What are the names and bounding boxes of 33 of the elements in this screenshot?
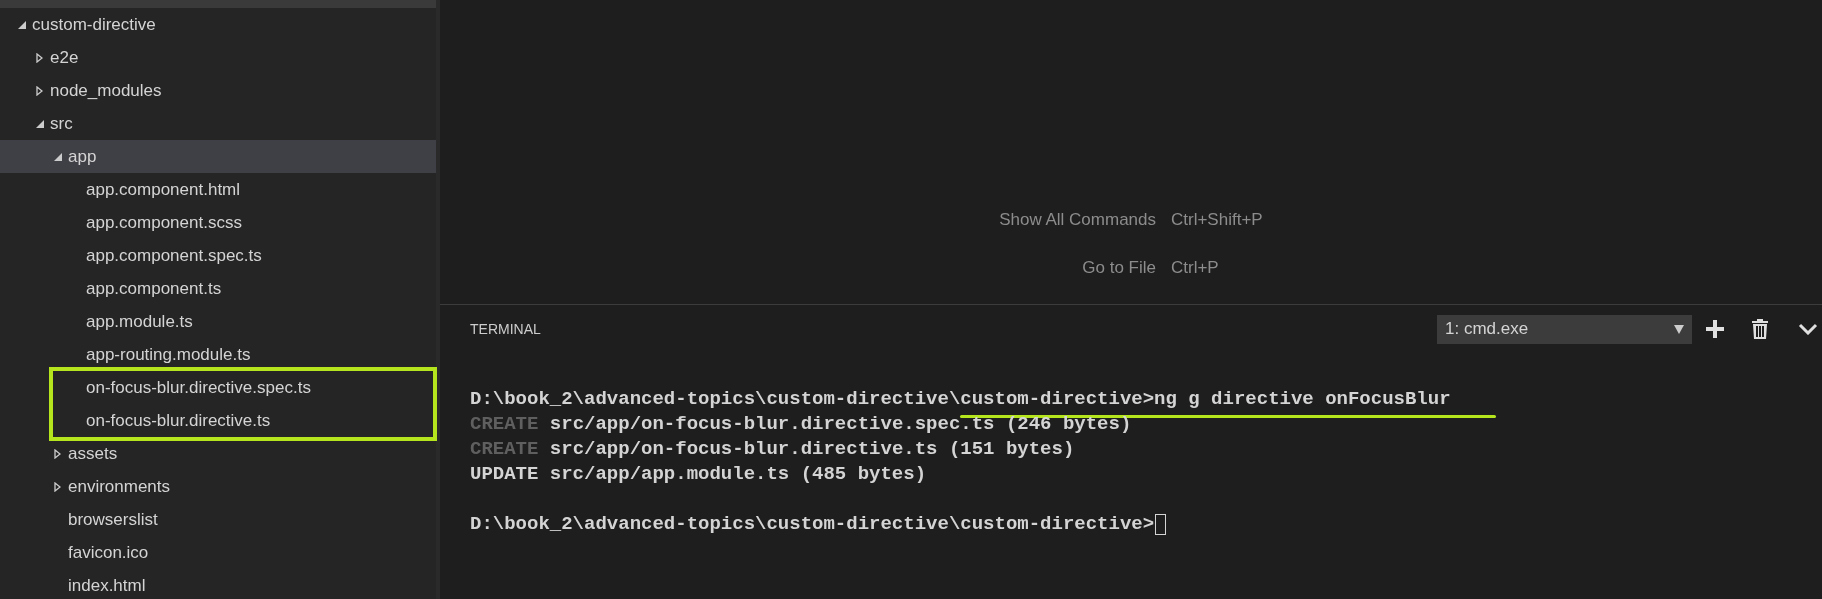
folder-item[interactable]: e2e [0, 41, 436, 74]
trash-icon[interactable] [1752, 319, 1768, 339]
plus-icon[interactable] [1706, 320, 1724, 338]
panel-title: TERMINAL [470, 319, 541, 339]
file-item[interactable]: on-focus-blur.directive.ts [53, 404, 433, 437]
terminal-line: CREATE src/app/on-focus-blur.directive.spec.ts (246 bytes) [470, 412, 1132, 437]
terminal-dropdown[interactable]: 1: cmd.exe [1437, 314, 1692, 344]
folder-item[interactable]: custom-directive [0, 8, 436, 41]
folder-item[interactable]: app [0, 140, 436, 173]
caret-icon [1674, 324, 1684, 334]
chevron-down-icon[interactable] [1798, 323, 1818, 335]
file-item[interactable]: app.component.spec.ts [0, 239, 436, 272]
terminal-line: CREATE src/app/on-focus-blur.directive.ts (151 bytes) [470, 437, 1075, 462]
folder-item[interactable]: node_modules [0, 74, 436, 107]
shortcut-keys: Ctrl+Shift+P [1171, 207, 1263, 233]
terminal-line: UPDATE src/app/app.module.ts (485 bytes) [470, 462, 927, 487]
command-label: Show All Commands [998, 209, 1156, 231]
file-item[interactable]: app.component.html [0, 173, 436, 206]
terminal-line: D:\book_2\advanced-topics\custom-directive\custom-directive> [470, 512, 1155, 537]
terminal-line: D:\book_2\advanced-topics\custom-directive\custom-directive>ng g directive onFocusBlur [470, 387, 1451, 412]
file-item[interactable]: index.html [0, 569, 436, 599]
folder-item[interactable]: environments [0, 470, 436, 503]
file-item[interactable]: on-focus-blur.directive.spec.ts [53, 371, 433, 404]
file-item[interactable]: browserslist [0, 503, 436, 536]
shortcut-keys: Ctrl+P [1171, 254, 1219, 280]
file-item[interactable]: favicon.ico [0, 536, 436, 569]
folder-item[interactable]: src [0, 107, 436, 140]
file-item[interactable]: app.component.ts [0, 272, 436, 305]
file-item[interactable]: app.component.scss [0, 206, 436, 239]
folder-item[interactable]: assets [0, 437, 436, 470]
command-label: Go to File [1081, 256, 1156, 279]
file-item[interactable]: app.module.ts [0, 305, 436, 338]
file-item[interactable]: app-routing.module.ts [0, 338, 436, 371]
